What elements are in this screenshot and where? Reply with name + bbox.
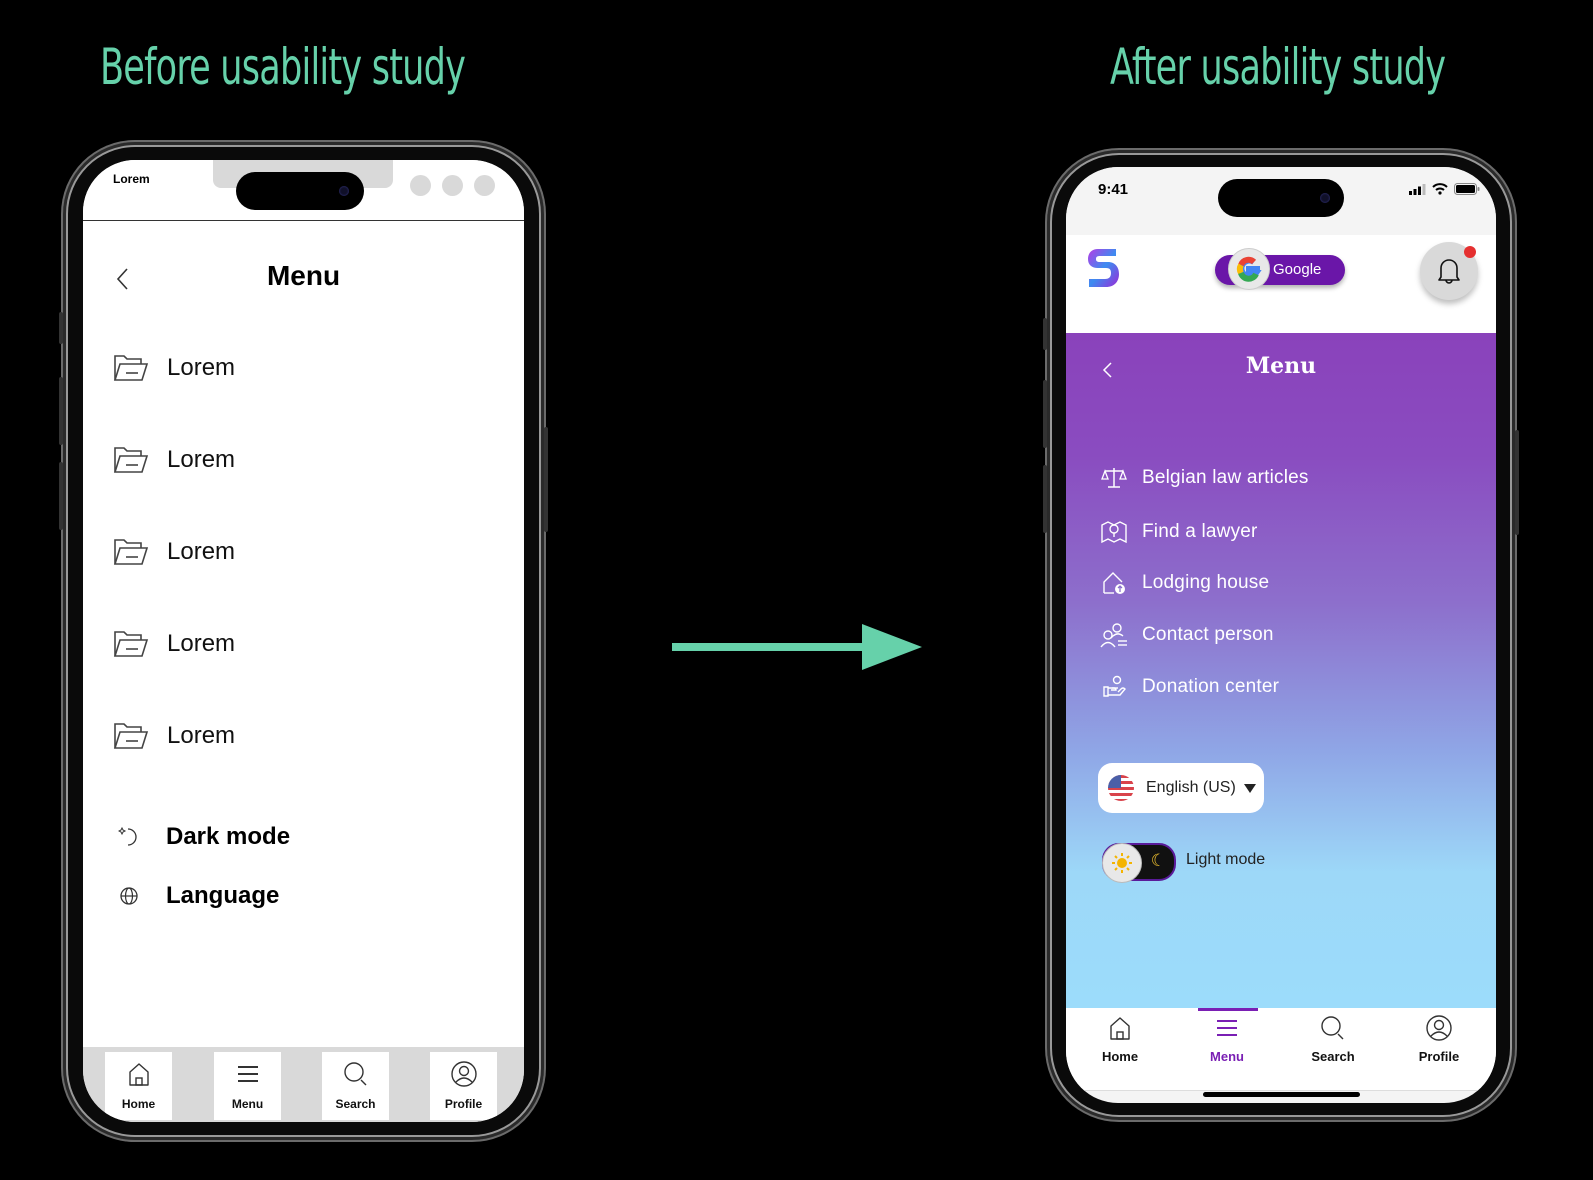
us-flag-icon bbox=[1108, 775, 1134, 801]
profile-icon bbox=[1426, 1015, 1452, 1041]
map-pin-icon bbox=[1101, 521, 1127, 544]
dark-mode-label: Dark mode bbox=[166, 823, 291, 850]
menu-item-label: Lorem bbox=[167, 538, 236, 565]
profile-icon bbox=[450, 1061, 477, 1087]
page-title: Menu bbox=[266, 260, 341, 291]
tab-profile[interactable]: Profile bbox=[1399, 1014, 1479, 1064]
language-label: Language bbox=[166, 882, 280, 909]
menu-item-label: Belgian law articles bbox=[1142, 467, 1309, 488]
tab-label: Home bbox=[121, 1097, 156, 1111]
tab-bar: Home Menu Search Profile bbox=[83, 1047, 524, 1122]
menu-icon bbox=[237, 1066, 258, 1082]
dynamic-island bbox=[1218, 179, 1344, 217]
menu-item[interactable]: Lorem bbox=[113, 444, 235, 476]
tab-label: Search bbox=[335, 1097, 376, 1111]
screen-after: 9:41 Google Menu Belgian law articles Fi… bbox=[1066, 167, 1496, 1103]
status-time: 9:41 bbox=[1098, 181, 1129, 198]
tab-label: Menu bbox=[1210, 1049, 1244, 1064]
tab-home[interactable]: Home bbox=[105, 1052, 172, 1120]
menu-item-label: Lorem bbox=[167, 354, 236, 381]
menu-icon bbox=[1217, 1020, 1237, 1036]
folder-open-icon bbox=[113, 539, 149, 565]
tab-bar: Home Menu Search Profile bbox=[1066, 1008, 1496, 1091]
tab-menu[interactable]: Menu bbox=[214, 1052, 281, 1120]
home-icon bbox=[128, 1063, 149, 1086]
globe-icon bbox=[120, 887, 138, 905]
active-tab-indicator bbox=[1198, 1008, 1258, 1011]
tab-search[interactable]: Search bbox=[322, 1052, 389, 1120]
page-title: Menu bbox=[1245, 353, 1317, 379]
battery-icon bbox=[1454, 183, 1480, 195]
sun-icon bbox=[1102, 843, 1142, 883]
tab-label: Home bbox=[1101, 1049, 1139, 1064]
tab-label: Profile bbox=[1418, 1049, 1460, 1064]
menu-item-label: Contact person bbox=[1142, 624, 1274, 645]
folder-open-icon bbox=[113, 723, 149, 749]
folder-open-icon bbox=[113, 447, 149, 473]
language-item[interactable]: Language bbox=[118, 882, 279, 910]
tab-label: Profile bbox=[444, 1097, 483, 1111]
house-icon bbox=[1103, 572, 1125, 594]
notification-badge bbox=[1464, 246, 1476, 258]
menu-panel: Menu Belgian law articles Find a lawyer … bbox=[1066, 333, 1496, 1008]
wifi-icon bbox=[1432, 183, 1448, 195]
screen-before: Lorem Menu Lorem Lorem Lorem Lorem Lorem… bbox=[83, 160, 524, 1122]
home-icon bbox=[1110, 1017, 1130, 1040]
home-indicator bbox=[1203, 1092, 1360, 1097]
moon-icon: ☾ bbox=[1150, 851, 1166, 870]
status-text: Lorem bbox=[113, 172, 150, 186]
tab-menu[interactable]: Menu bbox=[1187, 1014, 1267, 1064]
phone-frame-after: 9:41 Google Menu Belgian law articles Fi… bbox=[1043, 150, 1519, 1120]
menu-item[interactable]: Lorem bbox=[113, 536, 235, 568]
menu-item[interactable]: Lorem bbox=[113, 628, 235, 660]
moon-icon bbox=[118, 826, 137, 846]
after-heading: After usability study bbox=[1110, 38, 1446, 96]
menu-item[interactable]: Lorem bbox=[113, 352, 235, 384]
tab-label: Search bbox=[1311, 1049, 1355, 1064]
menu-item-label: Lorem bbox=[167, 722, 236, 749]
menu-item-lodging-house[interactable]: Lodging house bbox=[1100, 570, 1269, 596]
tab-home[interactable]: Home bbox=[1080, 1014, 1160, 1064]
right-arrow-icon bbox=[672, 624, 922, 670]
google-label: Google bbox=[1273, 261, 1322, 278]
donation-icon bbox=[1103, 675, 1126, 697]
theme-toggle[interactable]: ☾ bbox=[1102, 843, 1176, 883]
folder-open-icon bbox=[113, 631, 149, 657]
dynamic-island bbox=[236, 172, 364, 210]
caret-down-icon bbox=[1243, 783, 1256, 793]
tab-label: Menu bbox=[231, 1097, 264, 1111]
menu-item-contact-person[interactable]: Contact person bbox=[1100, 622, 1274, 648]
scale-icon bbox=[1101, 468, 1127, 488]
menu-item[interactable]: Lorem bbox=[113, 720, 235, 752]
dark-mode-item[interactable]: Dark mode bbox=[118, 823, 290, 851]
phone-frame-before: Lorem Menu Lorem Lorem Lorem Lorem Lorem… bbox=[59, 142, 548, 1140]
contacts-icon bbox=[1100, 623, 1127, 648]
menu-item-label: Lorem bbox=[167, 630, 236, 657]
menu-item-label: Find a lawyer bbox=[1142, 521, 1258, 542]
search-icon bbox=[1321, 1016, 1344, 1040]
tab-search[interactable]: Search bbox=[1293, 1014, 1373, 1064]
before-heading: Before usability study bbox=[100, 38, 466, 96]
google-g-icon bbox=[1228, 248, 1270, 290]
folder-open-icon bbox=[113, 355, 149, 381]
app-logo-icon[interactable] bbox=[1086, 247, 1120, 289]
menu-item-label: Donation center bbox=[1142, 676, 1280, 697]
language-value: English (US) bbox=[1146, 779, 1236, 796]
menu-item-donation-center[interactable]: Donation center bbox=[1100, 674, 1279, 700]
language-dropdown[interactable]: English (US) bbox=[1098, 763, 1264, 813]
theme-toggle-label: Light mode bbox=[1186, 851, 1266, 868]
search-icon bbox=[343, 1062, 366, 1086]
signal-icon bbox=[1409, 183, 1426, 195]
menu-item-label: Lorem bbox=[167, 446, 236, 473]
menu-item-belgian-law[interactable]: Belgian law articles bbox=[1100, 465, 1309, 491]
tab-profile[interactable]: Profile bbox=[430, 1052, 497, 1120]
menu-item-find-lawyer[interactable]: Find a lawyer bbox=[1100, 519, 1258, 545]
menu-item-label: Lodging house bbox=[1142, 572, 1270, 593]
